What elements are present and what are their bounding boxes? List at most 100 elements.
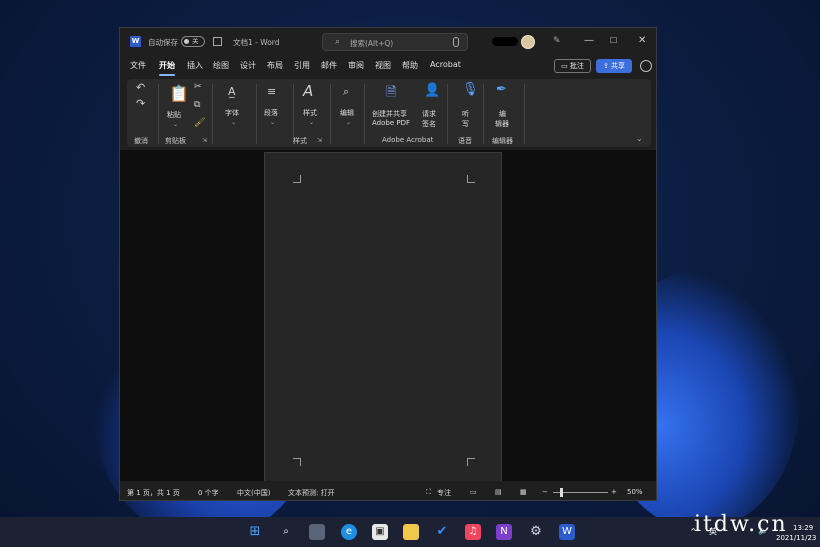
page-info[interactable]: 第 1 页，共 1 页 — [127, 488, 180, 498]
document-page[interactable] — [264, 152, 502, 481]
focus-label[interactable]: 专注 — [437, 488, 451, 498]
word-count[interactable]: 0 个字 — [198, 488, 219, 498]
redo-icon[interactable]: ↷ — [136, 97, 145, 110]
tab-mailings[interactable]: 邮件 — [321, 60, 337, 71]
store-icon[interactable]: ▣ — [372, 524, 388, 540]
web-layout-icon[interactable]: ▦ — [520, 488, 527, 496]
maximize-button[interactable]: ☐ — [610, 36, 617, 45]
tab-file[interactable]: 文件 — [130, 60, 146, 71]
tab-references[interactable]: 引用 — [294, 60, 310, 71]
task-view-icon[interactable] — [309, 524, 325, 540]
feedback-smile-icon[interactable] — [640, 60, 652, 72]
start-icon[interactable]: ⊞ — [247, 524, 263, 540]
find-icon[interactable]: ⌕ — [343, 85, 349, 99]
undo-icon[interactable]: ↶ — [136, 81, 145, 94]
tab-design[interactable]: 设计 — [240, 60, 256, 71]
title-bar: W 自动保存 关 文档1 - Word ⌕ 搜索(Alt+Q) ✎ — ☐ ✕ — [120, 28, 656, 56]
chevron-down-icon[interactable]: ⌄ — [346, 119, 351, 126]
margin-corner-mark — [293, 458, 301, 466]
pen-icon[interactable]: ✎ — [553, 36, 561, 46]
clock-time[interactable]: 13:29 — [793, 524, 813, 532]
request-signature-icon[interactable]: 👤 — [424, 83, 440, 98]
separator — [256, 84, 257, 144]
paragraph-icon[interactable]: ≡ — [267, 85, 276, 98]
save-icon[interactable] — [213, 37, 222, 46]
music-icon[interactable]: ♫ — [465, 524, 481, 540]
tab-view[interactable]: 视图 — [375, 60, 391, 71]
zoom-slider-thumb[interactable] — [560, 488, 563, 497]
autosave-toggle[interactable]: 关 — [181, 36, 205, 47]
share-label: 共享 — [611, 62, 626, 70]
close-button[interactable]: ✕ — [638, 35, 646, 46]
onenote-icon[interactable]: N — [496, 524, 512, 540]
create-pdf-label-2[interactable]: Adobe PDF — [372, 119, 410, 127]
chevron-down-icon[interactable]: ⌄ — [270, 119, 275, 126]
settings-gear-icon[interactable]: ⚙ — [528, 524, 544, 540]
create-pdf-icon[interactable]: 🗎 — [386, 83, 396, 105]
cut-icon[interactable]: ✂ — [194, 82, 202, 92]
create-pdf-label-1[interactable]: 创建并共享 — [372, 109, 407, 119]
editor-icon[interactable]: ✒ — [496, 82, 507, 97]
format-painter-icon[interactable]: 🖌 — [194, 118, 205, 128]
dictate-icon[interactable]: 🎙 — [462, 82, 479, 97]
minimize-button[interactable]: — — [584, 35, 594, 46]
search-icon[interactable]: ⌕ — [278, 524, 294, 540]
tab-layout[interactable]: 布局 — [267, 60, 283, 71]
separator — [158, 84, 159, 144]
tab-review[interactable]: 审阅 — [348, 60, 364, 71]
margin-corner-mark — [467, 458, 475, 466]
styles-label[interactable]: 样式 — [303, 108, 317, 118]
share-icon: ⇪ — [602, 62, 612, 70]
todo-icon[interactable]: ✔ — [434, 524, 450, 540]
editing-label[interactable]: 编辑 — [340, 108, 354, 118]
styles-launcher-icon[interactable]: ⇲ — [317, 137, 322, 144]
tab-home[interactable]: 开始 — [159, 60, 175, 71]
text-prediction-status[interactable]: 文本预测: 打开 — [288, 488, 335, 498]
watermark: itdw.cn — [694, 512, 788, 537]
clipboard-launcher-icon[interactable]: ⇲ — [202, 137, 207, 144]
account-name[interactable] — [492, 37, 518, 46]
language-indicator[interactable]: 中文(中国) — [237, 488, 270, 498]
search-input[interactable]: ⌕ 搜索(Alt+Q) — [322, 33, 468, 51]
file-explorer-icon[interactable] — [403, 524, 419, 540]
autosave-label: 自动保存 — [148, 38, 178, 47]
share-button[interactable]: ⇪ 共享 — [596, 59, 632, 73]
dictate-label-2[interactable]: 写 — [462, 119, 469, 129]
copy-icon[interactable]: ⧉ — [194, 100, 200, 110]
font-label[interactable]: 字体 — [225, 108, 239, 118]
comment-icon: ▭ — [561, 62, 570, 70]
tab-acrobat[interactable]: Acrobat — [430, 60, 461, 69]
microphone-icon[interactable] — [453, 37, 459, 47]
tab-help[interactable]: 帮助 — [402, 60, 418, 71]
separator — [330, 84, 331, 144]
request-sign-label-1[interactable]: 请求 — [422, 109, 436, 119]
request-sign-label-2[interactable]: 签名 — [422, 119, 436, 129]
chevron-down-icon[interactable]: ⌄ — [231, 119, 236, 126]
word-taskbar-icon[interactable]: W — [559, 524, 575, 540]
comment-button[interactable]: ▭ 批注 — [554, 59, 591, 73]
font-icon[interactable]: A̲ — [228, 85, 236, 98]
styles-icon[interactable]: A — [303, 82, 313, 100]
editor-label-1[interactable]: 编 — [499, 109, 506, 119]
tab-draw[interactable]: 绘图 — [213, 60, 229, 71]
edge-icon[interactable]: e — [341, 524, 357, 540]
zoom-in-icon[interactable]: + — [611, 488, 617, 496]
read-mode-icon[interactable]: ▭ — [470, 488, 477, 496]
collapse-ribbon-icon[interactable]: ⌄ — [636, 134, 643, 143]
chevron-down-icon[interactable]: ⌄ — [309, 119, 314, 126]
separator — [212, 84, 213, 144]
paste-label[interactable]: 粘贴 — [167, 110, 181, 120]
avatar[interactable] — [521, 35, 535, 49]
margin-corner-mark — [467, 175, 475, 183]
focus-icon[interactable]: ⛶ — [426, 488, 431, 497]
paste-icon[interactable]: 📋 — [169, 84, 189, 103]
dictate-label-1[interactable]: 听 — [462, 109, 469, 119]
chevron-down-icon[interactable]: ⌄ — [173, 121, 178, 128]
editor-label-2[interactable]: 辑器 — [495, 119, 509, 129]
print-layout-icon[interactable]: ▤ — [495, 488, 502, 496]
active-tab-indicator — [159, 74, 175, 76]
tab-insert[interactable]: 插入 — [187, 60, 203, 71]
zoom-level[interactable]: 50% — [627, 488, 643, 496]
zoom-out-icon[interactable]: − — [542, 488, 548, 496]
paragraph-label[interactable]: 段落 — [264, 108, 278, 118]
